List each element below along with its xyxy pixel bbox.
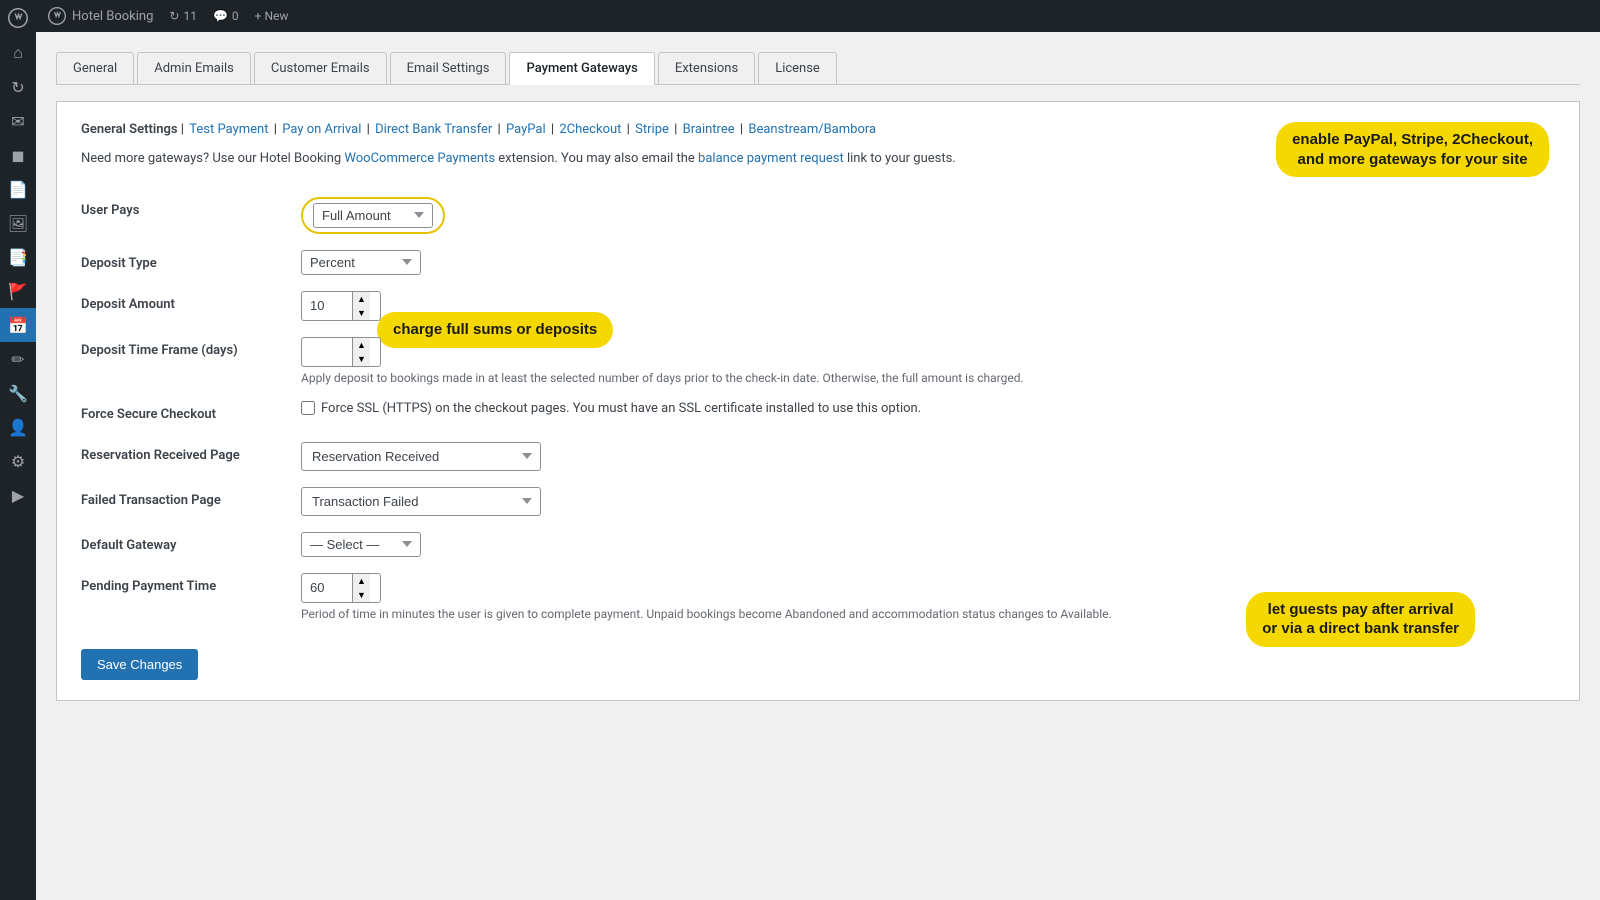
default-gateway-label: Default Gateway: [81, 538, 176, 553]
sidebar-item-settings[interactable]: ⚙: [0, 444, 36, 478]
comments-icon: 💬: [213, 9, 228, 23]
deposit-type-label: Deposit Type: [81, 256, 157, 271]
page-content: General Admin Emails Customer Emails Ema…: [36, 32, 1600, 900]
sidebar: ⌂ ↻ ✉ ◼ 📄 🖼 📑 🚩 📅 ✏ 🔧 👤 ⚙ ▶: [0, 0, 36, 900]
force-secure-check-label: Force SSL (HTTPS) on the checkout pages.…: [321, 401, 921, 416]
updates-icon: ↻: [169, 9, 179, 23]
nav-paypal[interactable]: PayPal: [506, 122, 546, 137]
row-user-pays: User Pays Full Amount Deposit: [81, 189, 1555, 242]
topbar: Hotel Booking ↻ 11 💬 0 + New: [36, 0, 1600, 32]
woocommerce-link[interactable]: WooCommerce Payments: [344, 151, 495, 166]
sidebar-item-pages[interactable]: 📑: [0, 240, 36, 274]
deposit-timeframe-label: Deposit Time Frame (days): [81, 343, 238, 358]
gen-nav: General Settings | Test Payment | Pay on…: [81, 122, 1555, 137]
deposit-timeframe-input[interactable]: [302, 340, 352, 363]
pending-payment-description: Period of time in minutes the user is gi…: [301, 607, 1555, 621]
reservation-received-label: Reservation Received Page: [81, 448, 240, 463]
row-failed-transaction: Failed Transaction Page Transaction Fail…: [81, 479, 1555, 524]
deposit-timeframe-down[interactable]: ▼: [352, 352, 370, 366]
user-pays-select[interactable]: Full Amount Deposit: [313, 203, 433, 228]
nav-beanstream[interactable]: Beanstream/Bambora: [748, 122, 876, 137]
sidebar-item-comments[interactable]: ✉: [0, 104, 36, 138]
sidebar-item-dashboard[interactable]: ◼: [0, 138, 36, 172]
tab-extensions[interactable]: Extensions: [658, 52, 755, 84]
sidebar-item-booking[interactable]: 📅: [0, 308, 36, 342]
deposit-timeframe-wrap: ▲ ▼: [301, 337, 381, 367]
force-secure-check-wrap: Force SSL (HTTPS) on the checkout pages.…: [301, 401, 1555, 416]
pending-payment-down[interactable]: ▼: [352, 588, 370, 602]
force-secure-label: Force Secure Checkout: [81, 407, 216, 422]
nav-braintree[interactable]: Braintree: [683, 122, 735, 137]
row-force-secure: Force Secure Checkout Force SSL (HTTPS) …: [81, 393, 1555, 434]
balance-payment-link[interactable]: balance payment request: [698, 151, 844, 166]
user-pays-label: User Pays: [81, 203, 139, 218]
deposit-timeframe-spin: ▲ ▼: [352, 338, 370, 366]
deposit-amount-label: Deposit Amount: [81, 297, 175, 312]
failed-transaction-select[interactable]: Transaction Failed Home About: [301, 487, 541, 516]
settings-page: enable PayPal, Stripe, 2Checkout,and mor…: [56, 101, 1580, 701]
tab-payment-gateways[interactable]: Payment Gateways: [509, 52, 654, 85]
comments-count: 0: [232, 9, 239, 23]
pending-payment-input[interactable]: [302, 576, 352, 599]
row-default-gateway: Default Gateway — Select — PayPal Stripe…: [81, 524, 1555, 565]
deposit-amount-spin: ▲ ▼: [352, 292, 370, 320]
topbar-updates[interactable]: ↻ 11: [169, 9, 197, 23]
site-name: Hotel Booking: [72, 9, 153, 24]
tab-general[interactable]: General: [56, 52, 134, 84]
new-label: + New: [255, 9, 289, 23]
deposit-timeframe-description: Apply deposit to bookings made in at lea…: [301, 371, 1555, 385]
nav-2checkout[interactable]: 2Checkout: [559, 122, 621, 137]
updates-count: 11: [183, 9, 197, 23]
gen-settings-label: General Settings: [81, 122, 178, 137]
deposit-amount-wrap: ▲ ▼: [301, 291, 381, 321]
main-wrap: Hotel Booking ↻ 11 💬 0 + New General Adm…: [36, 0, 1600, 900]
user-pays-wrap: Full Amount Deposit: [301, 197, 1555, 234]
row-reservation-received: Reservation Received Page Reservation Re…: [81, 434, 1555, 479]
reservation-received-select[interactable]: Reservation Received Home About: [301, 442, 541, 471]
topbar-site[interactable]: Hotel Booking: [48, 7, 153, 25]
tab-license[interactable]: License: [758, 52, 837, 84]
tab-admin-emails[interactable]: Admin Emails: [137, 52, 251, 84]
default-gateway-select[interactable]: — Select — PayPal Stripe 2Checkout: [301, 532, 421, 557]
topbar-comments[interactable]: 💬 0: [213, 9, 239, 23]
wp-logo: [0, 0, 36, 36]
tab-customer-emails[interactable]: Customer Emails: [254, 52, 387, 84]
row-deposit-type: Deposit Type Percent Fixed charge full s…: [81, 242, 1555, 283]
pending-payment-wrap: ▲ ▼: [301, 573, 381, 603]
row-pending-payment: Pending Payment Time ▲ ▼ Period of time …: [81, 565, 1555, 629]
nav-test-payment[interactable]: Test Payment: [189, 122, 268, 137]
sidebar-item-pencil[interactable]: ✏: [0, 342, 36, 376]
tabs: General Admin Emails Customer Emails Ema…: [56, 52, 1580, 85]
row-deposit-amount: Deposit Amount ▲ ▼: [81, 283, 1555, 329]
nav-direct-bank[interactable]: Direct Bank Transfer: [375, 122, 492, 137]
sidebar-item-flag[interactable]: 🚩: [0, 274, 36, 308]
user-pays-circle: Full Amount Deposit: [301, 197, 445, 234]
row-deposit-timeframe: Deposit Time Frame (days) ▲ ▼: [81, 329, 1555, 393]
force-secure-checkbox[interactable]: [301, 401, 315, 415]
pending-payment-label: Pending Payment Time: [81, 579, 216, 594]
deposit-amount-input[interactable]: [302, 294, 352, 317]
sidebar-item-media[interactable]: 🖼: [0, 206, 36, 240]
deposit-type-wrap: Percent Fixed charge full sums or deposi…: [301, 250, 1555, 275]
pending-payment-spin: ▲ ▼: [352, 574, 370, 602]
failed-transaction-label: Failed Transaction Page: [81, 493, 221, 508]
topbar-new[interactable]: + New: [255, 9, 289, 23]
nav-pay-on-arrival[interactable]: Pay on Arrival: [282, 122, 361, 137]
sidebar-item-home[interactable]: ⌂: [0, 36, 36, 70]
sidebar-item-posts[interactable]: 📄: [0, 172, 36, 206]
deposit-amount-up[interactable]: ▲: [352, 292, 370, 306]
deposit-type-select[interactable]: Percent Fixed: [301, 250, 421, 275]
form-table: User Pays Full Amount Deposit: [81, 189, 1555, 629]
tab-email-settings[interactable]: Email Settings: [390, 52, 507, 84]
sidebar-item-tools[interactable]: 🔧: [0, 376, 36, 410]
deposit-amount-down[interactable]: ▼: [352, 306, 370, 320]
sidebar-item-user[interactable]: 👤: [0, 410, 36, 444]
pending-payment-up[interactable]: ▲: [352, 574, 370, 588]
sidebar-item-plugin[interactable]: ▶: [0, 478, 36, 512]
nav-stripe[interactable]: Stripe: [635, 122, 669, 137]
deposit-timeframe-up[interactable]: ▲: [352, 338, 370, 352]
save-button[interactable]: Save Changes: [81, 649, 198, 680]
sidebar-item-updates[interactable]: ↻: [0, 70, 36, 104]
info-text: Need more gateways? Use our Hotel Bookin…: [81, 149, 1555, 169]
